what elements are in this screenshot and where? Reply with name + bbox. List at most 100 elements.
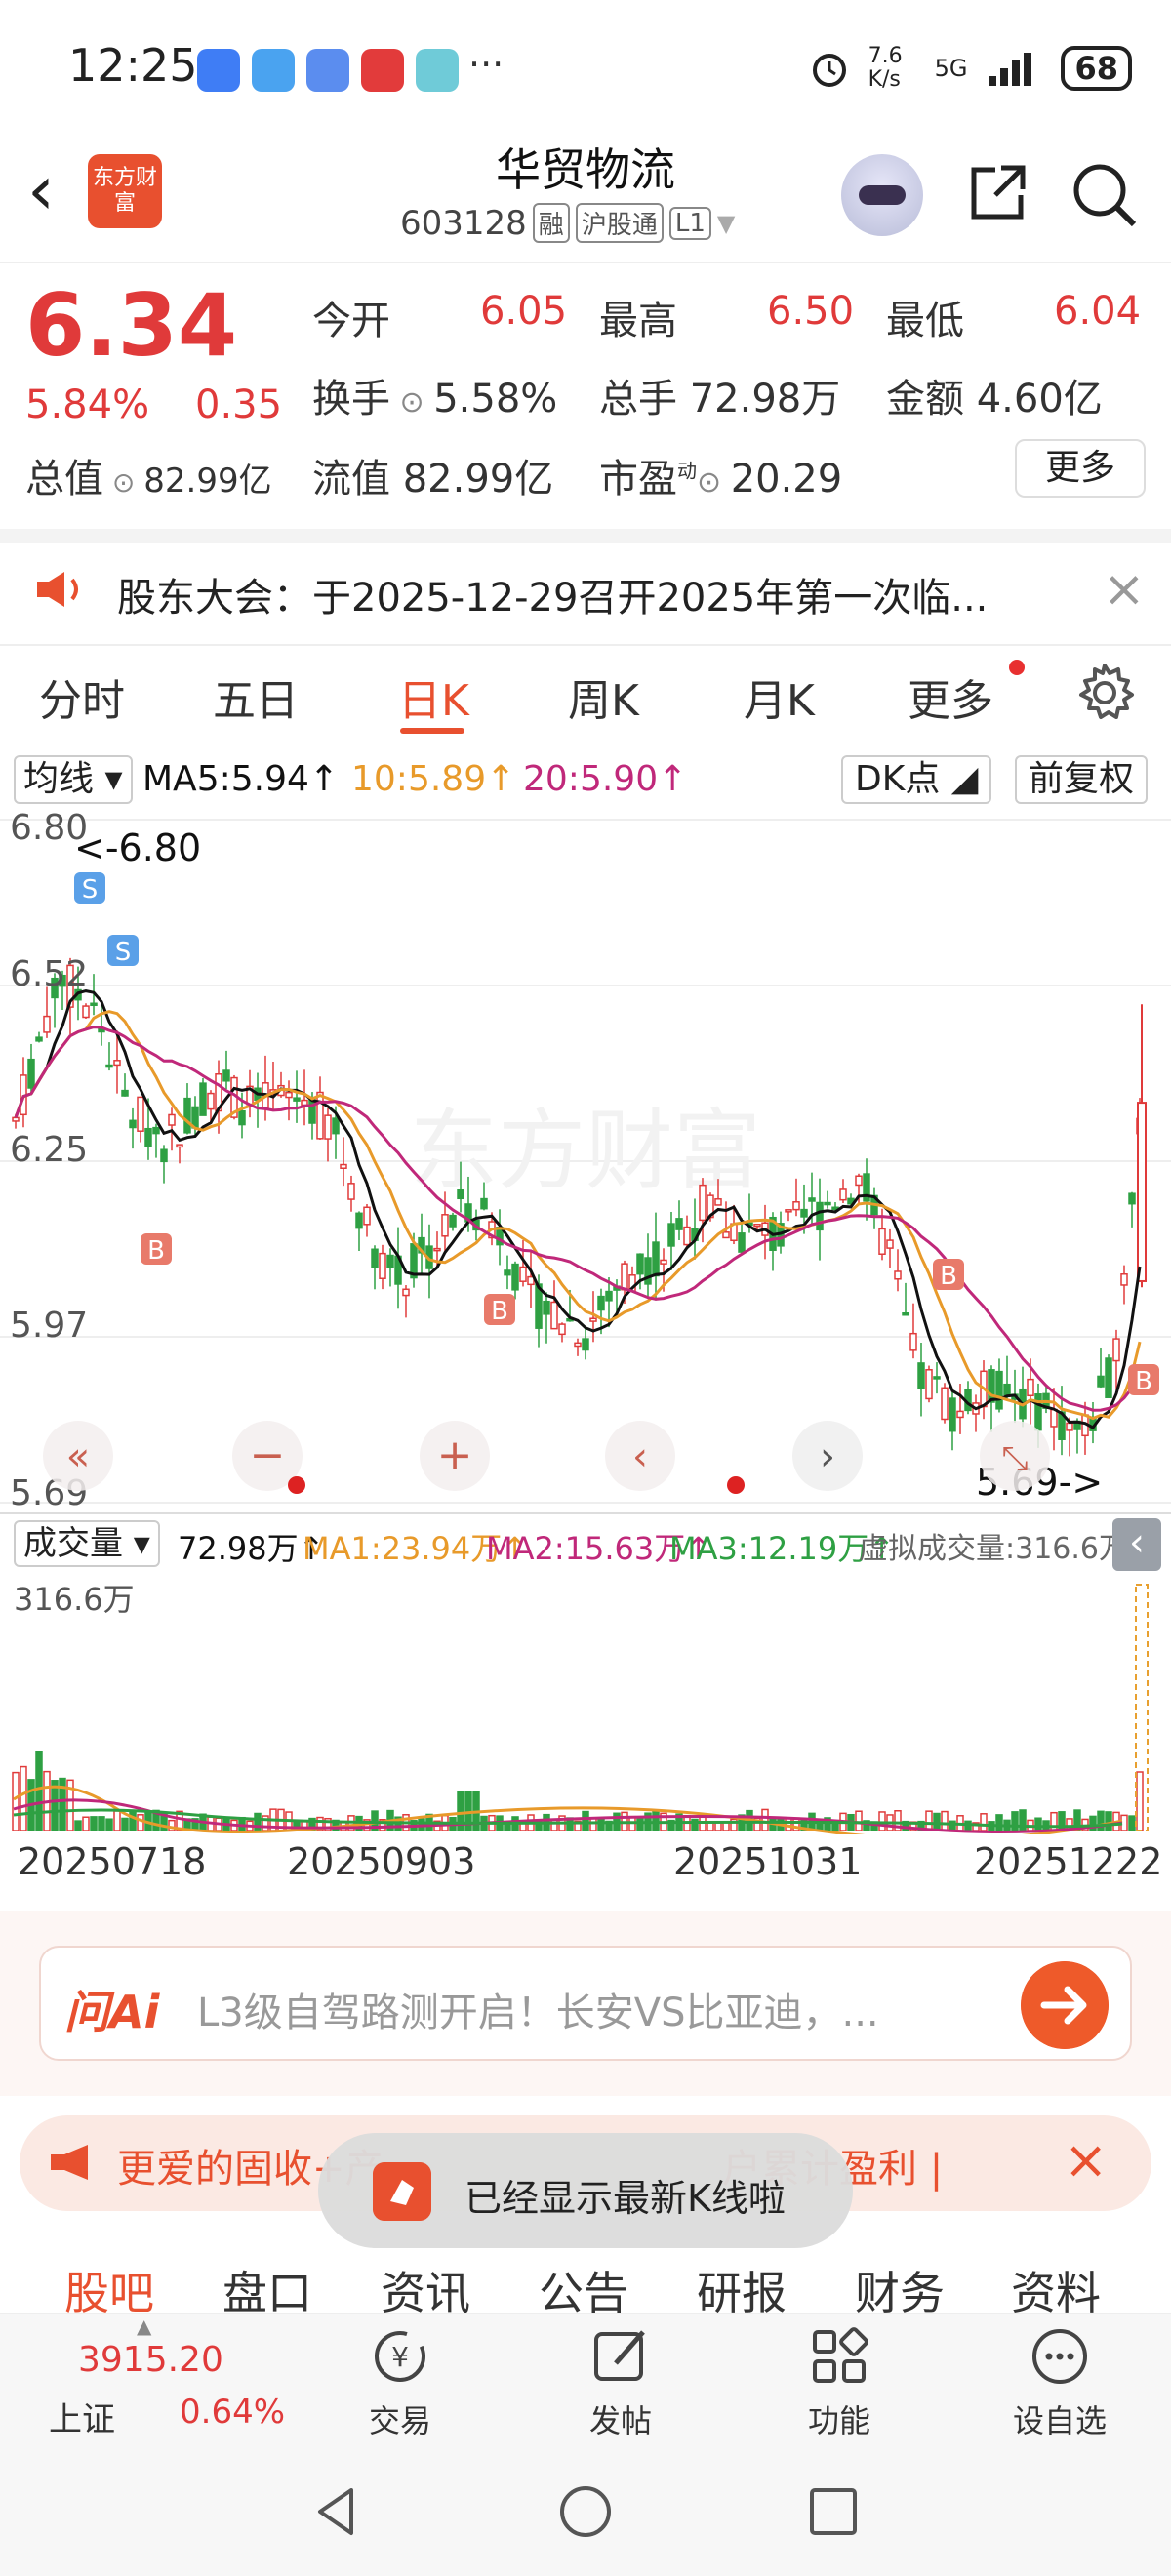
ma-select[interactable]: 均线 ▾ — [14, 755, 133, 804]
svg-text:›: › — [820, 1434, 835, 1479]
svg-text:−: − — [250, 1430, 286, 1480]
share-icon[interactable] — [966, 160, 1030, 224]
volume-select[interactable]: 成交量 ▾ — [14, 1520, 160, 1567]
close-icon[interactable]: × — [1064, 2129, 1108, 2191]
candle-body — [285, 1091, 293, 1099]
candle-body — [449, 1214, 457, 1228]
collapse-panel-button[interactable]: ‹ — [1112, 1518, 1161, 1571]
candle-body — [949, 1397, 956, 1432]
candle-body — [105, 1064, 113, 1068]
arrow-right-icon[interactable] — [1021, 1961, 1109, 2049]
nav-home-icon[interactable] — [556, 2482, 615, 2541]
candle-body — [597, 1295, 605, 1311]
candle-body — [144, 1127, 152, 1147]
candle-body — [129, 1119, 137, 1129]
prev-button[interactable]: ‹ — [605, 1421, 675, 1491]
volume-quote: 总手 72.98万 — [599, 377, 841, 422]
candle-body — [753, 1223, 761, 1228]
next-button[interactable]: › — [792, 1421, 863, 1491]
nav-back-icon[interactable] — [308, 2482, 367, 2541]
more-quote-button[interactable]: 更多 — [1015, 439, 1146, 498]
kline-chart[interactable]: 东方财富 SSBBBB 6.80 6.52 6.25 5.97 5.69 <-6… — [0, 810, 1171, 1512]
search-icon[interactable] — [1070, 160, 1138, 228]
gear-icon[interactable] — [1073, 662, 1136, 724]
volume-bar — [137, 1814, 144, 1831]
functions-button[interactable]: 功能 — [771, 2322, 908, 2441]
pe-quote: 市盈动⊙ 20.29 — [599, 457, 843, 502]
volume-bar — [113, 1810, 121, 1831]
candle-body — [1050, 1408, 1058, 1428]
candle-body — [371, 1248, 379, 1268]
change-percent: 5.84% — [25, 382, 150, 427]
tab-more[interactable]: 更多 — [908, 665, 993, 728]
volume-bar — [121, 1817, 129, 1831]
candle-body — [636, 1253, 644, 1275]
candle-body — [332, 1117, 340, 1135]
change-amount: 0.35 — [195, 382, 283, 427]
message-icon — [306, 49, 349, 92]
candle-body — [675, 1218, 683, 1230]
volume-bar — [98, 1816, 105, 1831]
weather-icon — [252, 49, 295, 92]
notice-text: 股东大会：于2025-12-29召开2025年第一次临... — [117, 576, 989, 621]
chevron-down-icon[interactable]: ▼ — [717, 210, 735, 237]
fullscreen-button[interactable]: ⤡ — [980, 1421, 1050, 1491]
candle-body — [1112, 1338, 1120, 1362]
chart-watermark: 东方财富 — [410, 1100, 761, 1202]
candle-body — [199, 1082, 207, 1116]
buy-marker-label: B — [1135, 1367, 1152, 1396]
trade-button[interactable]: ¥ 交易 — [332, 2322, 468, 2441]
tab-five-day[interactable]: 五日 — [213, 665, 299, 728]
add-watchlist-button[interactable]: 设自选 — [991, 2322, 1128, 2441]
candle-body — [504, 1269, 511, 1276]
candle-body — [558, 1323, 566, 1336]
volume-indicator-bar: 成交量 ▾ 72.98万↑ MA1:23.94万↑ MA2:15.63万↑ MA… — [0, 1512, 1171, 1575]
volume-bar — [1136, 1771, 1144, 1831]
buy-marker-label: B — [491, 1297, 508, 1326]
svg-text:‹: ‹ — [632, 1434, 648, 1479]
tab-weekly-k[interactable]: 周K — [568, 665, 639, 728]
dk-point-select[interactable]: DK点 ◢ — [841, 755, 992, 804]
tab-timeshare[interactable]: 分时 — [39, 665, 125, 728]
status-more-icon: ··· — [468, 43, 505, 86]
candle-body — [894, 1270, 902, 1280]
candle-body — [347, 1183, 355, 1200]
scroll-left-button[interactable]: « — [43, 1421, 113, 1491]
tab-monthly-k[interactable]: 月K — [744, 665, 815, 728]
candle-body — [925, 1369, 933, 1400]
quote-panel: 6.34 5.84% 0.35 今开 6.05 最高 6.50 最低 6.04 … — [0, 265, 1171, 519]
candle-body — [1120, 1273, 1128, 1286]
post-button[interactable]: 发帖 — [552, 2322, 689, 2441]
zoom-in-button[interactable]: + — [420, 1421, 490, 1491]
notice-banner[interactable]: 股东大会：于2025-12-29召开2025年第一次临... × — [0, 529, 1171, 632]
margin-tag: 融 — [532, 203, 570, 243]
candle-body — [316, 1091, 324, 1140]
candle-body — [644, 1257, 652, 1285]
svg-text:¥: ¥ — [391, 2341, 409, 2373]
trade-icon: ¥ — [375, 2331, 425, 2382]
volume-chart[interactable]: 316.6万 — [0, 1575, 1171, 1834]
toast-text: 已经显示最新K线啦 — [464, 2177, 786, 2220]
volume-bar — [761, 1808, 769, 1831]
close-icon[interactable]: × — [1103, 560, 1146, 619]
adjust-select[interactable]: 前复权 — [1015, 755, 1149, 804]
more-circle-icon — [1032, 2329, 1087, 2384]
candle-body — [824, 1201, 831, 1206]
volume-bar — [722, 1821, 730, 1831]
ai-search-box[interactable]: 问Ai L3级自驾路测开启！长安VS比亚迪，... — [39, 1946, 1132, 2061]
ai-section: 问Ai L3级自驾路测开启！长安VS比亚迪，... — [0, 1911, 1171, 2096]
candle-body — [878, 1228, 886, 1255]
assistant-avatar[interactable] — [841, 154, 923, 236]
turnover-quote: 换手 ⊙ 5.58% — [312, 377, 558, 422]
info-tabs: 股吧 盘口 资讯 公告 研报 财务 资料 — [0, 2231, 1171, 2319]
candle-body — [441, 1214, 449, 1237]
chart-controls: « − + ‹ › ⤡ — [43, 1421, 1050, 1494]
tab-daily-k[interactable]: 日K — [398, 665, 469, 728]
volume-bar — [254, 1812, 262, 1831]
volume-bar — [74, 1820, 82, 1831]
candle-body — [699, 1184, 707, 1222]
candle-body — [82, 1005, 90, 1019]
nav-recents-icon[interactable] — [804, 2482, 863, 2541]
date-label-4: 20251222 — [974, 1840, 1163, 1883]
volume-bar — [980, 1813, 988, 1831]
